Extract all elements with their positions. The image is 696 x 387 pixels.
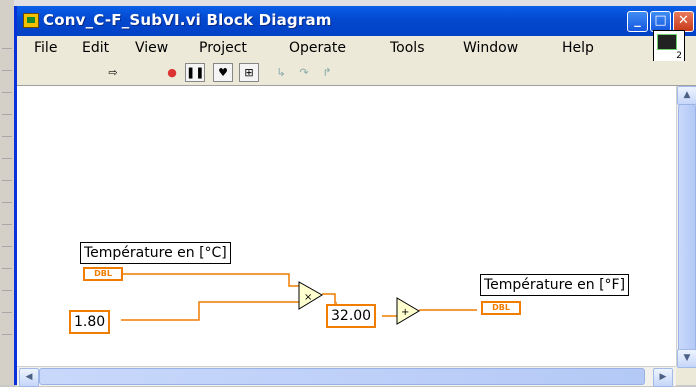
horizontal-scroll-thumb[interactable]	[39, 368, 645, 385]
menu-help[interactable]: Help	[562, 40, 594, 56]
step-into-icon[interactable]: ↳	[271, 63, 291, 82]
highlight-execution-icon[interactable]: ♥	[213, 63, 233, 82]
background-window-edge	[0, 0, 14, 385]
toolbar: ⇨ ● ❚❚ ♥ ⊞ ↳ ↷ ↱	[17, 61, 696, 86]
menu-edit[interactable]: Edit	[82, 40, 109, 56]
add-symbol: +	[401, 307, 409, 318]
step-out-icon[interactable]: ↱	[317, 63, 337, 82]
menu-file[interactable]: File	[34, 40, 57, 56]
retain-wire-values-icon[interactable]: ⊞	[239, 63, 259, 82]
add-node: +	[396, 297, 420, 325]
scroll-down-button[interactable]: ▼	[677, 349, 696, 368]
scroll-left-button[interactable]: ◀	[19, 368, 39, 387]
scroll-right-button[interactable]: ▶	[653, 368, 673, 387]
pause-icon[interactable]: ❚❚	[185, 63, 205, 82]
menu-view[interactable]: View	[135, 40, 168, 56]
wire-product	[322, 293, 337, 304]
input-terminal[interactable]: DBL	[83, 267, 123, 281]
output-label[interactable]: Température en [°F]	[480, 274, 630, 296]
block-diagram-window: Conv_C-F_SubVI.vi Block Diagram _ □ ✕ Fi…	[14, 6, 696, 387]
output-terminal[interactable]: DBL	[481, 301, 521, 315]
abort-icon[interactable]: ●	[162, 63, 182, 82]
wire-celsius	[123, 273, 299, 287]
vi-connector-icon[interactable]: 2	[653, 30, 685, 63]
menu-bar: File Edit View Project Operate Tools Win…	[17, 36, 696, 61]
block-diagram-canvas[interactable]: × + Température en [°C] DBL 1.80 32.00 T…	[17, 86, 676, 366]
minimize-button[interactable]: _	[627, 11, 648, 32]
window-title: Conv_C-F_SubVI.vi Block Diagram	[43, 11, 332, 29]
menu-tools[interactable]: Tools	[390, 40, 425, 56]
multiply-node: ×	[298, 281, 323, 310]
horizontal-scrollbar[interactable]: ◀ ▶	[17, 366, 676, 387]
menu-operate[interactable]: Operate	[289, 40, 346, 56]
close-button[interactable]: ✕	[673, 11, 694, 32]
step-over-icon[interactable]: ↷	[294, 63, 314, 82]
run-arrow-icon[interactable]: ⇨	[103, 63, 123, 82]
vertical-scroll-thumb[interactable]	[678, 104, 696, 351]
menu-window[interactable]: Window	[463, 40, 518, 56]
vi-icon-number: 2	[676, 51, 682, 61]
factor-constant[interactable]: 1.80	[69, 310, 111, 334]
vertical-scrollbar[interactable]: ▲ ▼	[676, 86, 696, 368]
vi-graph-icon	[657, 34, 677, 50]
input-label[interactable]: Température en [°C]	[80, 242, 231, 264]
menu-project[interactable]: Project	[199, 40, 247, 56]
scroll-up-button[interactable]: ▲	[677, 86, 696, 105]
multiply-symbol: ×	[304, 292, 312, 303]
title-bar[interactable]: Conv_C-F_SubVI.vi Block Diagram _ □ ✕	[17, 6, 696, 36]
wire-factor	[121, 301, 299, 321]
labview-app-icon	[23, 13, 39, 28]
maximize-button[interactable]: □	[650, 11, 671, 32]
offset-constant[interactable]: 32.00	[326, 304, 377, 328]
